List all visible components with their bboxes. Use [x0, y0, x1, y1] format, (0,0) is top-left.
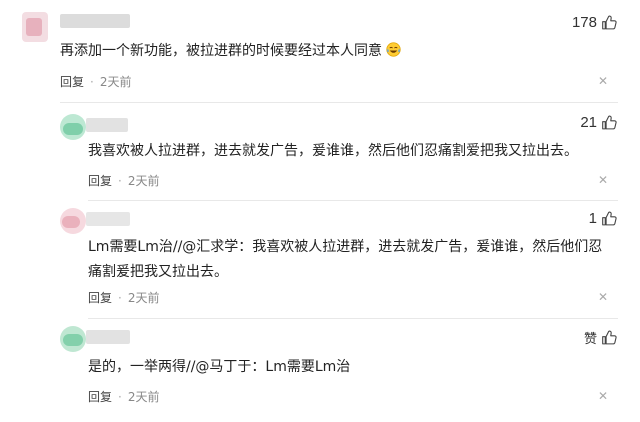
close-icon[interactable]: ✕: [598, 74, 608, 88]
like-count: 21: [580, 114, 597, 131]
timestamp: 2天前: [127, 291, 160, 305]
like-count: 1: [588, 210, 597, 227]
timestamp: 2天前: [99, 75, 132, 89]
avatar[interactable]: [60, 326, 86, 352]
reply-button[interactable]: 回复: [88, 172, 112, 189]
close-icon[interactable]: ✕: [598, 389, 608, 403]
username[interactable]: [86, 212, 130, 226]
avatar[interactable]: [60, 208, 86, 234]
comment-actions: 回复 · 2天前: [60, 73, 131, 90]
timestamp: 2天前: [127, 390, 160, 404]
avatar[interactable]: [22, 12, 48, 42]
reply-button[interactable]: 回复: [88, 289, 112, 306]
close-icon[interactable]: ✕: [598, 173, 608, 187]
thumbs-up-icon[interactable]: [601, 210, 618, 227]
comment-actions: 回复 · 2天前: [88, 388, 159, 405]
like-control[interactable]: 赞: [584, 328, 618, 347]
comment-text: 再添加一个新功能，被拉进群的时候要经过本人同意: [60, 39, 402, 64]
username[interactable]: [86, 118, 128, 132]
thumbs-up-icon[interactable]: [601, 329, 618, 346]
like-control[interactable]: 1: [589, 210, 618, 227]
thumbs-up-icon[interactable]: [601, 14, 618, 31]
comment-text: 是的，一举两得//@马丁于：Lm需要Lm治: [88, 359, 351, 375]
comment-text-line: 痛割爰把我又拉出去。: [88, 264, 228, 280]
crying-laughing-face-icon: [386, 42, 402, 57]
separator-dot: ·: [118, 173, 122, 188]
divider: [60, 102, 618, 103]
username[interactable]: [86, 330, 130, 344]
separator-dot: ·: [118, 290, 122, 305]
like-control[interactable]: 21: [580, 114, 618, 131]
reply-button[interactable]: 回复: [60, 73, 84, 90]
comment-actions: 回复 · 2天前: [88, 289, 159, 306]
timestamp: 2天前: [127, 174, 160, 188]
comment-actions: 回复 · 2天前: [88, 172, 159, 189]
like-count: 178: [571, 14, 597, 31]
close-icon[interactable]: ✕: [598, 290, 608, 304]
separator-dot: ·: [90, 74, 94, 89]
comment-text-line: Lm需要Lm治//@汇求学：我喜欢被人拉进群，进去就发广告，爰谁谁，然后他们忍: [88, 239, 603, 255]
thumbs-up-icon[interactable]: [601, 114, 618, 131]
divider: [88, 318, 618, 319]
reply-button[interactable]: 回复: [88, 388, 112, 405]
like-control[interactable]: 178: [572, 14, 618, 31]
avatar[interactable]: [60, 114, 86, 140]
like-label: 赞: [583, 331, 597, 346]
divider: [88, 200, 618, 201]
comment-text: Lm需要Lm治//@汇求学：我喜欢被人拉进群，进去就发广告，爰谁谁，然后他们忍 …: [88, 235, 602, 285]
separator-dot: ·: [118, 389, 122, 404]
comment-text: 我喜欢被人拉进群，进去就发广告，爰谁谁，然后他们忍痛割爱把我又拉出去。: [88, 143, 578, 159]
username[interactable]: [60, 14, 130, 28]
